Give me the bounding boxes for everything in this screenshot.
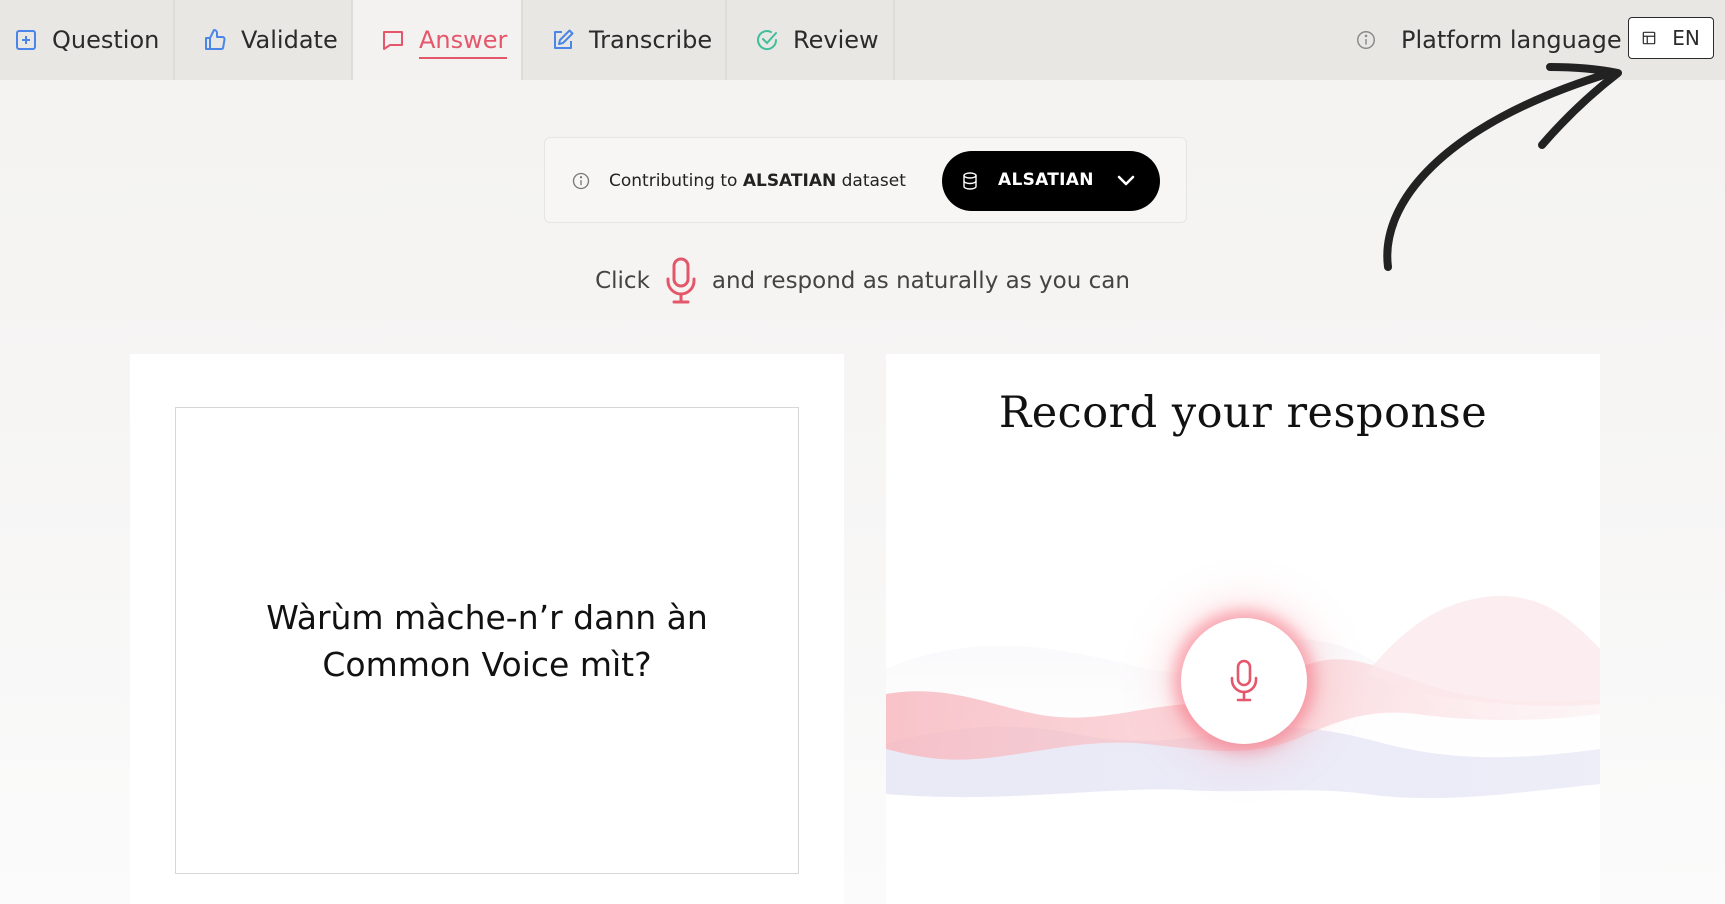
question-text: Wàrùm màche-n’r dann àn Common Voice mìt… bbox=[266, 597, 708, 684]
language-select-button[interactable]: EN bbox=[1628, 17, 1714, 59]
check-circle-icon bbox=[757, 30, 778, 51]
dataset-contribution-text: Contributing to ALSATIAN dataset bbox=[609, 171, 906, 191]
instruction-before: Click bbox=[595, 268, 650, 294]
tab-validate[interactable]: Validate bbox=[175, 0, 353, 80]
dataset-info: Contributing to ALSATIAN dataset bbox=[571, 138, 906, 224]
info-icon[interactable] bbox=[1355, 29, 1377, 51]
question-box: Wàrùm màche-n’r dann àn Common Voice mìt… bbox=[175, 407, 799, 874]
info-icon[interactable] bbox=[571, 171, 591, 191]
microphone-icon bbox=[666, 257, 696, 304]
tab-transcribe[interactable]: Transcribe bbox=[523, 0, 727, 80]
tab-label: Validate bbox=[241, 26, 338, 54]
pencil-square-icon bbox=[554, 29, 574, 49]
language-code: EN bbox=[1672, 26, 1700, 50]
tab-question[interactable]: Question bbox=[0, 0, 175, 80]
dataset-select-label: ALSATIAN bbox=[998, 170, 1094, 190]
annotation-arrow bbox=[1383, 63, 1622, 271]
dataset-select[interactable]: ALSATIAN bbox=[942, 151, 1160, 211]
question-card: Wàrùm màche-n’r dann àn Common Voice mìt… bbox=[130, 354, 844, 904]
dataset-name: ALSATIAN bbox=[742, 171, 837, 191]
tab-review[interactable]: Review bbox=[727, 0, 895, 80]
tab-label: Transcribe bbox=[589, 26, 713, 54]
tab-label: Review bbox=[793, 26, 879, 54]
record-card: Record your response bbox=[886, 354, 1600, 904]
tab-answer[interactable]: Answer bbox=[353, 0, 523, 80]
chevron-down-icon bbox=[1117, 175, 1135, 186]
plus-square-icon bbox=[16, 30, 36, 50]
record-button[interactable] bbox=[1181, 618, 1307, 744]
tab-label: Answer bbox=[419, 26, 508, 59]
dataset-bar: Contributing to ALSATIAN dataset ALSATIA… bbox=[544, 137, 1187, 223]
tab-label: Question bbox=[52, 26, 160, 54]
record-title: Record your response bbox=[998, 388, 1488, 438]
speech-bubble-icon bbox=[383, 31, 403, 50]
database-icon bbox=[963, 172, 977, 190]
dataset-prefix: Contributing to bbox=[609, 171, 738, 191]
microphone-icon bbox=[1230, 659, 1258, 702]
platform-language-label: Platform language bbox=[1401, 26, 1622, 54]
thumbs-up-icon bbox=[205, 29, 226, 50]
dataset-suffix: dataset bbox=[841, 171, 906, 191]
instruction-after: and respond as naturally as you can bbox=[711, 268, 1130, 294]
layout-icon bbox=[1642, 31, 1656, 45]
